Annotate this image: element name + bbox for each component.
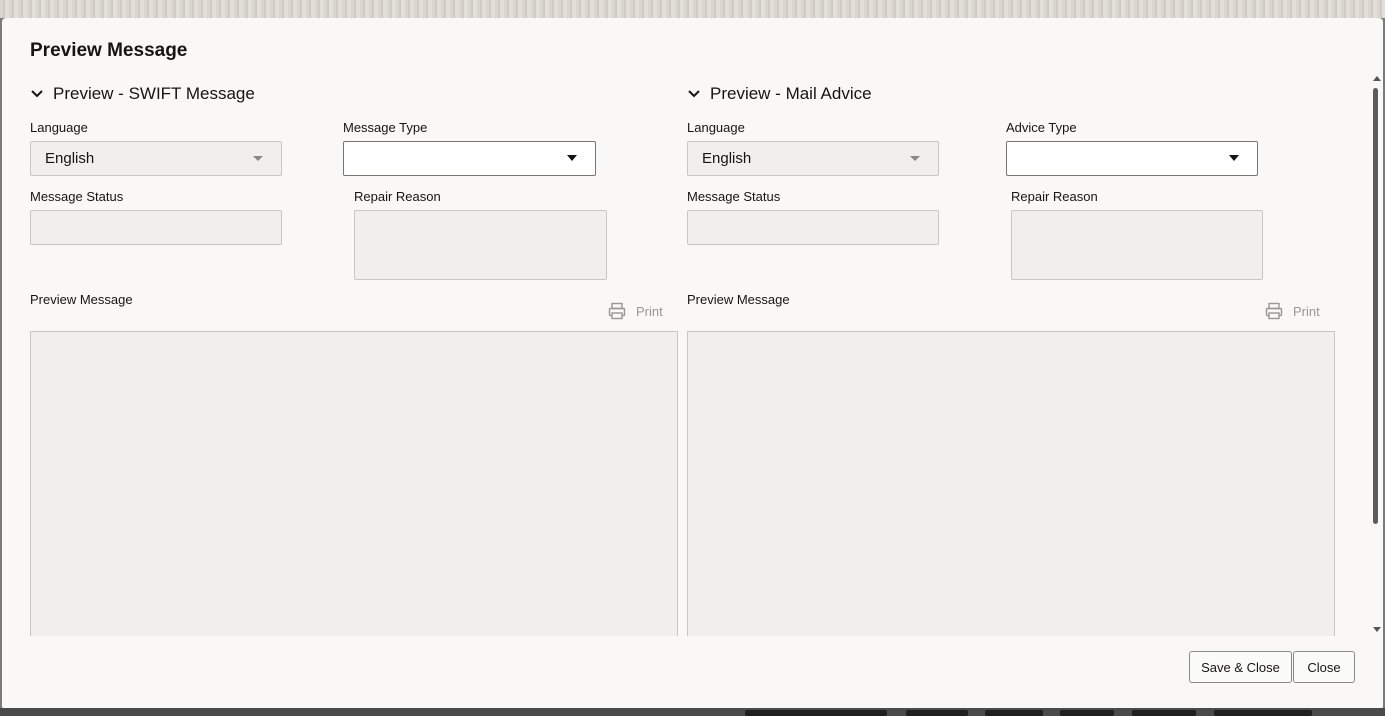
taskbar-item <box>1214 710 1312 716</box>
close-button[interactable]: Close <box>1293 651 1355 683</box>
mail-advice-type-label: Advice Type <box>1006 120 1077 135</box>
chevron-down-icon <box>688 90 700 98</box>
vertical-scrollbar[interactable] <box>1371 76 1381 636</box>
swift-section-toggle[interactable]: Preview - SWIFT Message <box>30 84 255 104</box>
save-and-close-button[interactable]: Save & Close <box>1189 651 1292 683</box>
mail-preview-area[interactable] <box>687 331 1335 636</box>
mail-print-label: Print <box>1293 303 1320 319</box>
swift-repair-reason-label: Repair Reason <box>354 189 441 204</box>
mail-advice-type-select[interactable] <box>1006 141 1258 176</box>
swift-preview-area[interactable] <box>30 331 678 636</box>
swift-preview-label: Preview Message <box>30 292 133 307</box>
mail-message-status-label: Message Status <box>687 189 781 204</box>
mail-preview-label: Preview Message <box>687 292 790 307</box>
scroll-up-icon[interactable] <box>1373 76 1381 81</box>
taskbar-item <box>745 710 887 716</box>
swift-message-status-label: Message Status <box>30 189 124 204</box>
scrollbar-thumb[interactable] <box>1373 88 1378 524</box>
taskbar-item <box>985 710 1043 716</box>
taskbar-item <box>906 710 968 716</box>
mail-message-status-field[interactable] <box>687 210 939 245</box>
mail-language-select[interactable]: English <box>687 141 939 176</box>
taskbar-item <box>1060 710 1114 716</box>
caret-down-icon <box>253 156 263 161</box>
swift-message-type-label: Message Type <box>343 120 428 135</box>
swift-print-label: Print <box>636 303 663 319</box>
chevron-down-icon <box>31 90 43 98</box>
preview-message-dialog: Preview Message Preview - SWIFT Message … <box>2 18 1383 710</box>
caret-down-icon <box>910 156 920 161</box>
scroll-down-icon[interactable] <box>1373 627 1381 632</box>
swift-message-status-field[interactable] <box>30 210 282 245</box>
swift-language-value: English <box>45 150 95 167</box>
printer-icon <box>608 302 626 320</box>
taskbar-strip <box>0 708 1385 716</box>
background-strip <box>0 0 1385 18</box>
mail-repair-reason-field[interactable] <box>1011 210 1263 280</box>
taskbar-item <box>1132 710 1196 716</box>
swift-print-button[interactable]: Print <box>608 302 663 320</box>
mail-section-toggle[interactable]: Preview - Mail Advice <box>687 84 872 104</box>
mail-print-button[interactable]: Print <box>1265 302 1320 320</box>
printer-icon <box>1265 302 1283 320</box>
dialog-title: Preview Message <box>30 40 188 61</box>
mail-language-value: English <box>702 150 752 167</box>
swift-message-type-select[interactable] <box>343 141 596 176</box>
mail-section-title: Preview - Mail Advice <box>710 84 872 103</box>
caret-down-icon <box>1229 155 1239 161</box>
mail-language-label: Language <box>687 120 745 135</box>
swift-repair-reason-field[interactable] <box>354 210 607 280</box>
caret-down-icon <box>567 155 577 161</box>
swift-language-label: Language <box>30 120 88 135</box>
swift-section-title: Preview - SWIFT Message <box>53 84 255 103</box>
mail-repair-reason-label: Repair Reason <box>1011 189 1098 204</box>
swift-language-select[interactable]: English <box>30 141 282 176</box>
